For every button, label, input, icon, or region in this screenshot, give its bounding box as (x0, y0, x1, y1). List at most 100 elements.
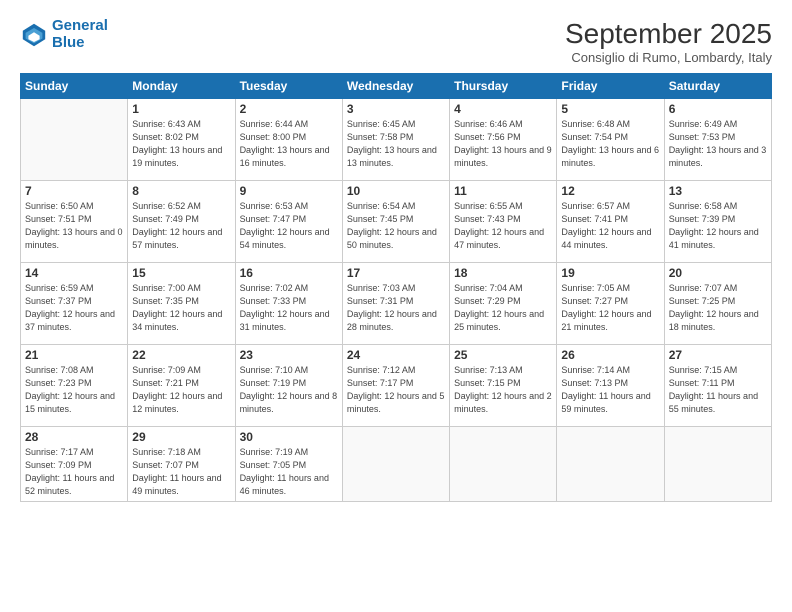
day-info: Sunrise: 6:59 AMSunset: 7:37 PMDaylight:… (25, 282, 123, 334)
col-monday: Monday (128, 74, 235, 99)
table-row: 10 Sunrise: 6:54 AMSunset: 7:45 PMDaylig… (342, 181, 449, 263)
day-info: Sunrise: 6:48 AMSunset: 7:54 PMDaylight:… (561, 118, 659, 170)
day-number: 30 (240, 430, 338, 444)
page: General Blue September 2025 Consiglio di… (0, 0, 792, 612)
day-number: 8 (132, 184, 230, 198)
table-row: 27 Sunrise: 7:15 AMSunset: 7:11 PMDaylig… (664, 345, 771, 427)
day-number: 4 (454, 102, 552, 116)
col-wednesday: Wednesday (342, 74, 449, 99)
table-row: 9 Sunrise: 6:53 AMSunset: 7:47 PMDayligh… (235, 181, 342, 263)
col-saturday: Saturday (664, 74, 771, 99)
day-number: 14 (25, 266, 123, 280)
header-row: Sunday Monday Tuesday Wednesday Thursday… (21, 74, 772, 99)
day-info: Sunrise: 6:49 AMSunset: 7:53 PMDaylight:… (669, 118, 767, 170)
table-row (557, 427, 664, 502)
table-row: 3 Sunrise: 6:45 AMSunset: 7:58 PMDayligh… (342, 99, 449, 181)
table-row: 12 Sunrise: 6:57 AMSunset: 7:41 PMDaylig… (557, 181, 664, 263)
day-number: 1 (132, 102, 230, 116)
day-number: 29 (132, 430, 230, 444)
day-info: Sunrise: 7:00 AMSunset: 7:35 PMDaylight:… (132, 282, 230, 334)
table-row: 30 Sunrise: 7:19 AMSunset: 7:05 PMDaylig… (235, 427, 342, 502)
day-number: 23 (240, 348, 338, 362)
table-row: 19 Sunrise: 7:05 AMSunset: 7:27 PMDaylig… (557, 263, 664, 345)
day-info: Sunrise: 7:04 AMSunset: 7:29 PMDaylight:… (454, 282, 552, 334)
day-number: 5 (561, 102, 659, 116)
day-number: 6 (669, 102, 767, 116)
table-row: 26 Sunrise: 7:14 AMSunset: 7:13 PMDaylig… (557, 345, 664, 427)
header: General Blue September 2025 Consiglio di… (20, 18, 772, 65)
title-block: September 2025 Consiglio di Rumo, Lombar… (565, 18, 772, 65)
day-number: 26 (561, 348, 659, 362)
day-info: Sunrise: 6:57 AMSunset: 7:41 PMDaylight:… (561, 200, 659, 252)
table-row: 22 Sunrise: 7:09 AMSunset: 7:21 PMDaylig… (128, 345, 235, 427)
day-number: 28 (25, 430, 123, 444)
table-row (342, 427, 449, 502)
table-row: 8 Sunrise: 6:52 AMSunset: 7:49 PMDayligh… (128, 181, 235, 263)
table-row: 6 Sunrise: 6:49 AMSunset: 7:53 PMDayligh… (664, 99, 771, 181)
table-row: 5 Sunrise: 6:48 AMSunset: 7:54 PMDayligh… (557, 99, 664, 181)
day-number: 3 (347, 102, 445, 116)
table-row: 21 Sunrise: 7:08 AMSunset: 7:23 PMDaylig… (21, 345, 128, 427)
col-friday: Friday (557, 74, 664, 99)
table-row: 13 Sunrise: 6:58 AMSunset: 7:39 PMDaylig… (664, 181, 771, 263)
day-info: Sunrise: 7:14 AMSunset: 7:13 PMDaylight:… (561, 364, 659, 416)
day-info: Sunrise: 7:10 AMSunset: 7:19 PMDaylight:… (240, 364, 338, 416)
day-number: 2 (240, 102, 338, 116)
day-info: Sunrise: 7:13 AMSunset: 7:15 PMDaylight:… (454, 364, 552, 416)
month-title: September 2025 (565, 18, 772, 50)
table-row: 14 Sunrise: 6:59 AMSunset: 7:37 PMDaylig… (21, 263, 128, 345)
day-info: Sunrise: 7:02 AMSunset: 7:33 PMDaylight:… (240, 282, 338, 334)
table-row: 11 Sunrise: 6:55 AMSunset: 7:43 PMDaylig… (450, 181, 557, 263)
day-number: 27 (669, 348, 767, 362)
day-info: Sunrise: 6:50 AMSunset: 7:51 PMDaylight:… (25, 200, 123, 252)
table-row (21, 99, 128, 181)
day-number: 19 (561, 266, 659, 280)
table-row (450, 427, 557, 502)
day-info: Sunrise: 6:52 AMSunset: 7:49 PMDaylight:… (132, 200, 230, 252)
col-tuesday: Tuesday (235, 74, 342, 99)
day-number: 10 (347, 184, 445, 198)
table-row: 28 Sunrise: 7:17 AMSunset: 7:09 PMDaylig… (21, 427, 128, 502)
day-number: 21 (25, 348, 123, 362)
table-row: 18 Sunrise: 7:04 AMSunset: 7:29 PMDaylig… (450, 263, 557, 345)
table-row: 15 Sunrise: 7:00 AMSunset: 7:35 PMDaylig… (128, 263, 235, 345)
table-row: 23 Sunrise: 7:10 AMSunset: 7:19 PMDaylig… (235, 345, 342, 427)
logo-icon (20, 21, 48, 49)
day-number: 12 (561, 184, 659, 198)
day-number: 7 (25, 184, 123, 198)
day-info: Sunrise: 7:05 AMSunset: 7:27 PMDaylight:… (561, 282, 659, 334)
day-info: Sunrise: 7:19 AMSunset: 7:05 PMDaylight:… (240, 446, 338, 498)
logo: General Blue (20, 18, 108, 51)
day-info: Sunrise: 7:08 AMSunset: 7:23 PMDaylight:… (25, 364, 123, 416)
day-info: Sunrise: 7:12 AMSunset: 7:17 PMDaylight:… (347, 364, 445, 416)
table-row: 25 Sunrise: 7:13 AMSunset: 7:15 PMDaylig… (450, 345, 557, 427)
day-number: 24 (347, 348, 445, 362)
col-sunday: Sunday (21, 74, 128, 99)
day-info: Sunrise: 7:15 AMSunset: 7:11 PMDaylight:… (669, 364, 767, 416)
day-info: Sunrise: 7:18 AMSunset: 7:07 PMDaylight:… (132, 446, 230, 498)
day-number: 9 (240, 184, 338, 198)
col-thursday: Thursday (450, 74, 557, 99)
day-number: 16 (240, 266, 338, 280)
table-row (664, 427, 771, 502)
location-subtitle: Consiglio di Rumo, Lombardy, Italy (565, 50, 772, 65)
day-info: Sunrise: 6:54 AMSunset: 7:45 PMDaylight:… (347, 200, 445, 252)
day-info: Sunrise: 7:07 AMSunset: 7:25 PMDaylight:… (669, 282, 767, 334)
day-info: Sunrise: 6:46 AMSunset: 7:56 PMDaylight:… (454, 118, 552, 170)
day-info: Sunrise: 6:55 AMSunset: 7:43 PMDaylight:… (454, 200, 552, 252)
day-number: 25 (454, 348, 552, 362)
table-row: 2 Sunrise: 6:44 AMSunset: 8:00 PMDayligh… (235, 99, 342, 181)
day-info: Sunrise: 7:03 AMSunset: 7:31 PMDaylight:… (347, 282, 445, 334)
day-number: 13 (669, 184, 767, 198)
table-row: 17 Sunrise: 7:03 AMSunset: 7:31 PMDaylig… (342, 263, 449, 345)
day-info: Sunrise: 6:53 AMSunset: 7:47 PMDaylight:… (240, 200, 338, 252)
table-row: 1 Sunrise: 6:43 AMSunset: 8:02 PMDayligh… (128, 99, 235, 181)
day-info: Sunrise: 6:58 AMSunset: 7:39 PMDaylight:… (669, 200, 767, 252)
table-row: 24 Sunrise: 7:12 AMSunset: 7:17 PMDaylig… (342, 345, 449, 427)
calendar-table: Sunday Monday Tuesday Wednesday Thursday… (20, 73, 772, 502)
logo-text: General Blue (52, 18, 108, 51)
table-row: 7 Sunrise: 6:50 AMSunset: 7:51 PMDayligh… (21, 181, 128, 263)
day-number: 18 (454, 266, 552, 280)
table-row: 16 Sunrise: 7:02 AMSunset: 7:33 PMDaylig… (235, 263, 342, 345)
day-info: Sunrise: 6:43 AMSunset: 8:02 PMDaylight:… (132, 118, 230, 170)
